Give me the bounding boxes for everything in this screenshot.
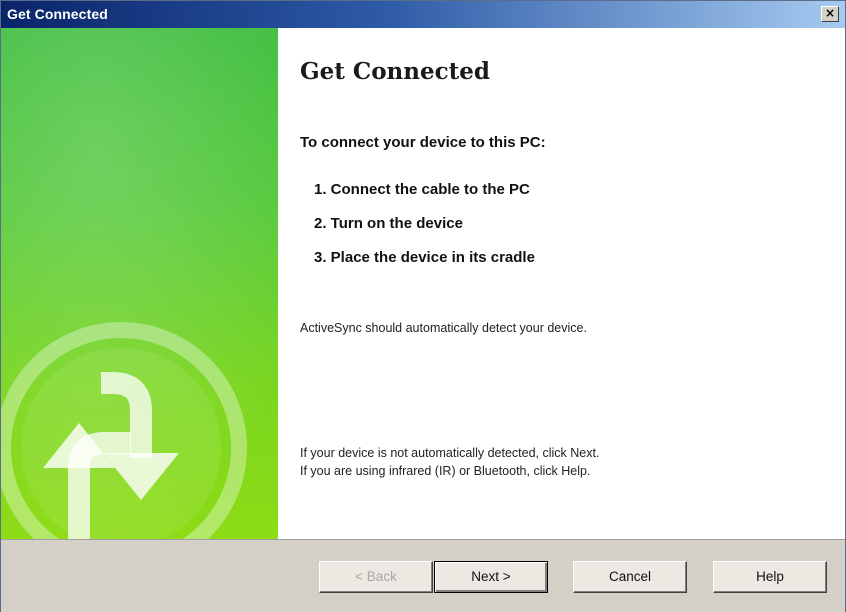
step-item: 1. Connect the cable to the PC — [314, 181, 530, 198]
side-banner — [1, 28, 278, 539]
step-item: 2. Turn on the device — [314, 215, 463, 232]
get-connected-dialog: Get Connected × Get Connected To connect… — [0, 0, 846, 612]
page-heading: Get Connected — [300, 58, 490, 85]
window-title: Get Connected — [7, 6, 108, 22]
button-bar: < Back Next > Cancel Help — [1, 539, 845, 612]
close-icon: × — [824, 6, 836, 20]
close-button[interactable]: × — [821, 6, 839, 22]
back-button[interactable]: < Back — [319, 561, 433, 593]
footnote-next: If your device is not automatically dete… — [300, 446, 600, 460]
footnote-help: If you are using infrared (IR) or Blueto… — [300, 464, 591, 478]
instructions-intro: To connect your device to this PC: — [300, 134, 546, 151]
activesync-sync-icon — [1, 28, 278, 539]
content-pane: Get Connected To connect your device to … — [278, 28, 845, 539]
steps-list: 1. Connect the cable to the PC 2. Turn o… — [314, 178, 535, 280]
next-button[interactable]: Next > — [434, 561, 548, 593]
step-item: 3. Place the device in its cradle — [314, 249, 535, 266]
title-bar: Get Connected × — [1, 1, 845, 28]
auto-detect-note: ActiveSync should automatically detect y… — [300, 321, 587, 335]
help-button[interactable]: Help — [713, 561, 827, 593]
cancel-button[interactable]: Cancel — [573, 561, 687, 593]
